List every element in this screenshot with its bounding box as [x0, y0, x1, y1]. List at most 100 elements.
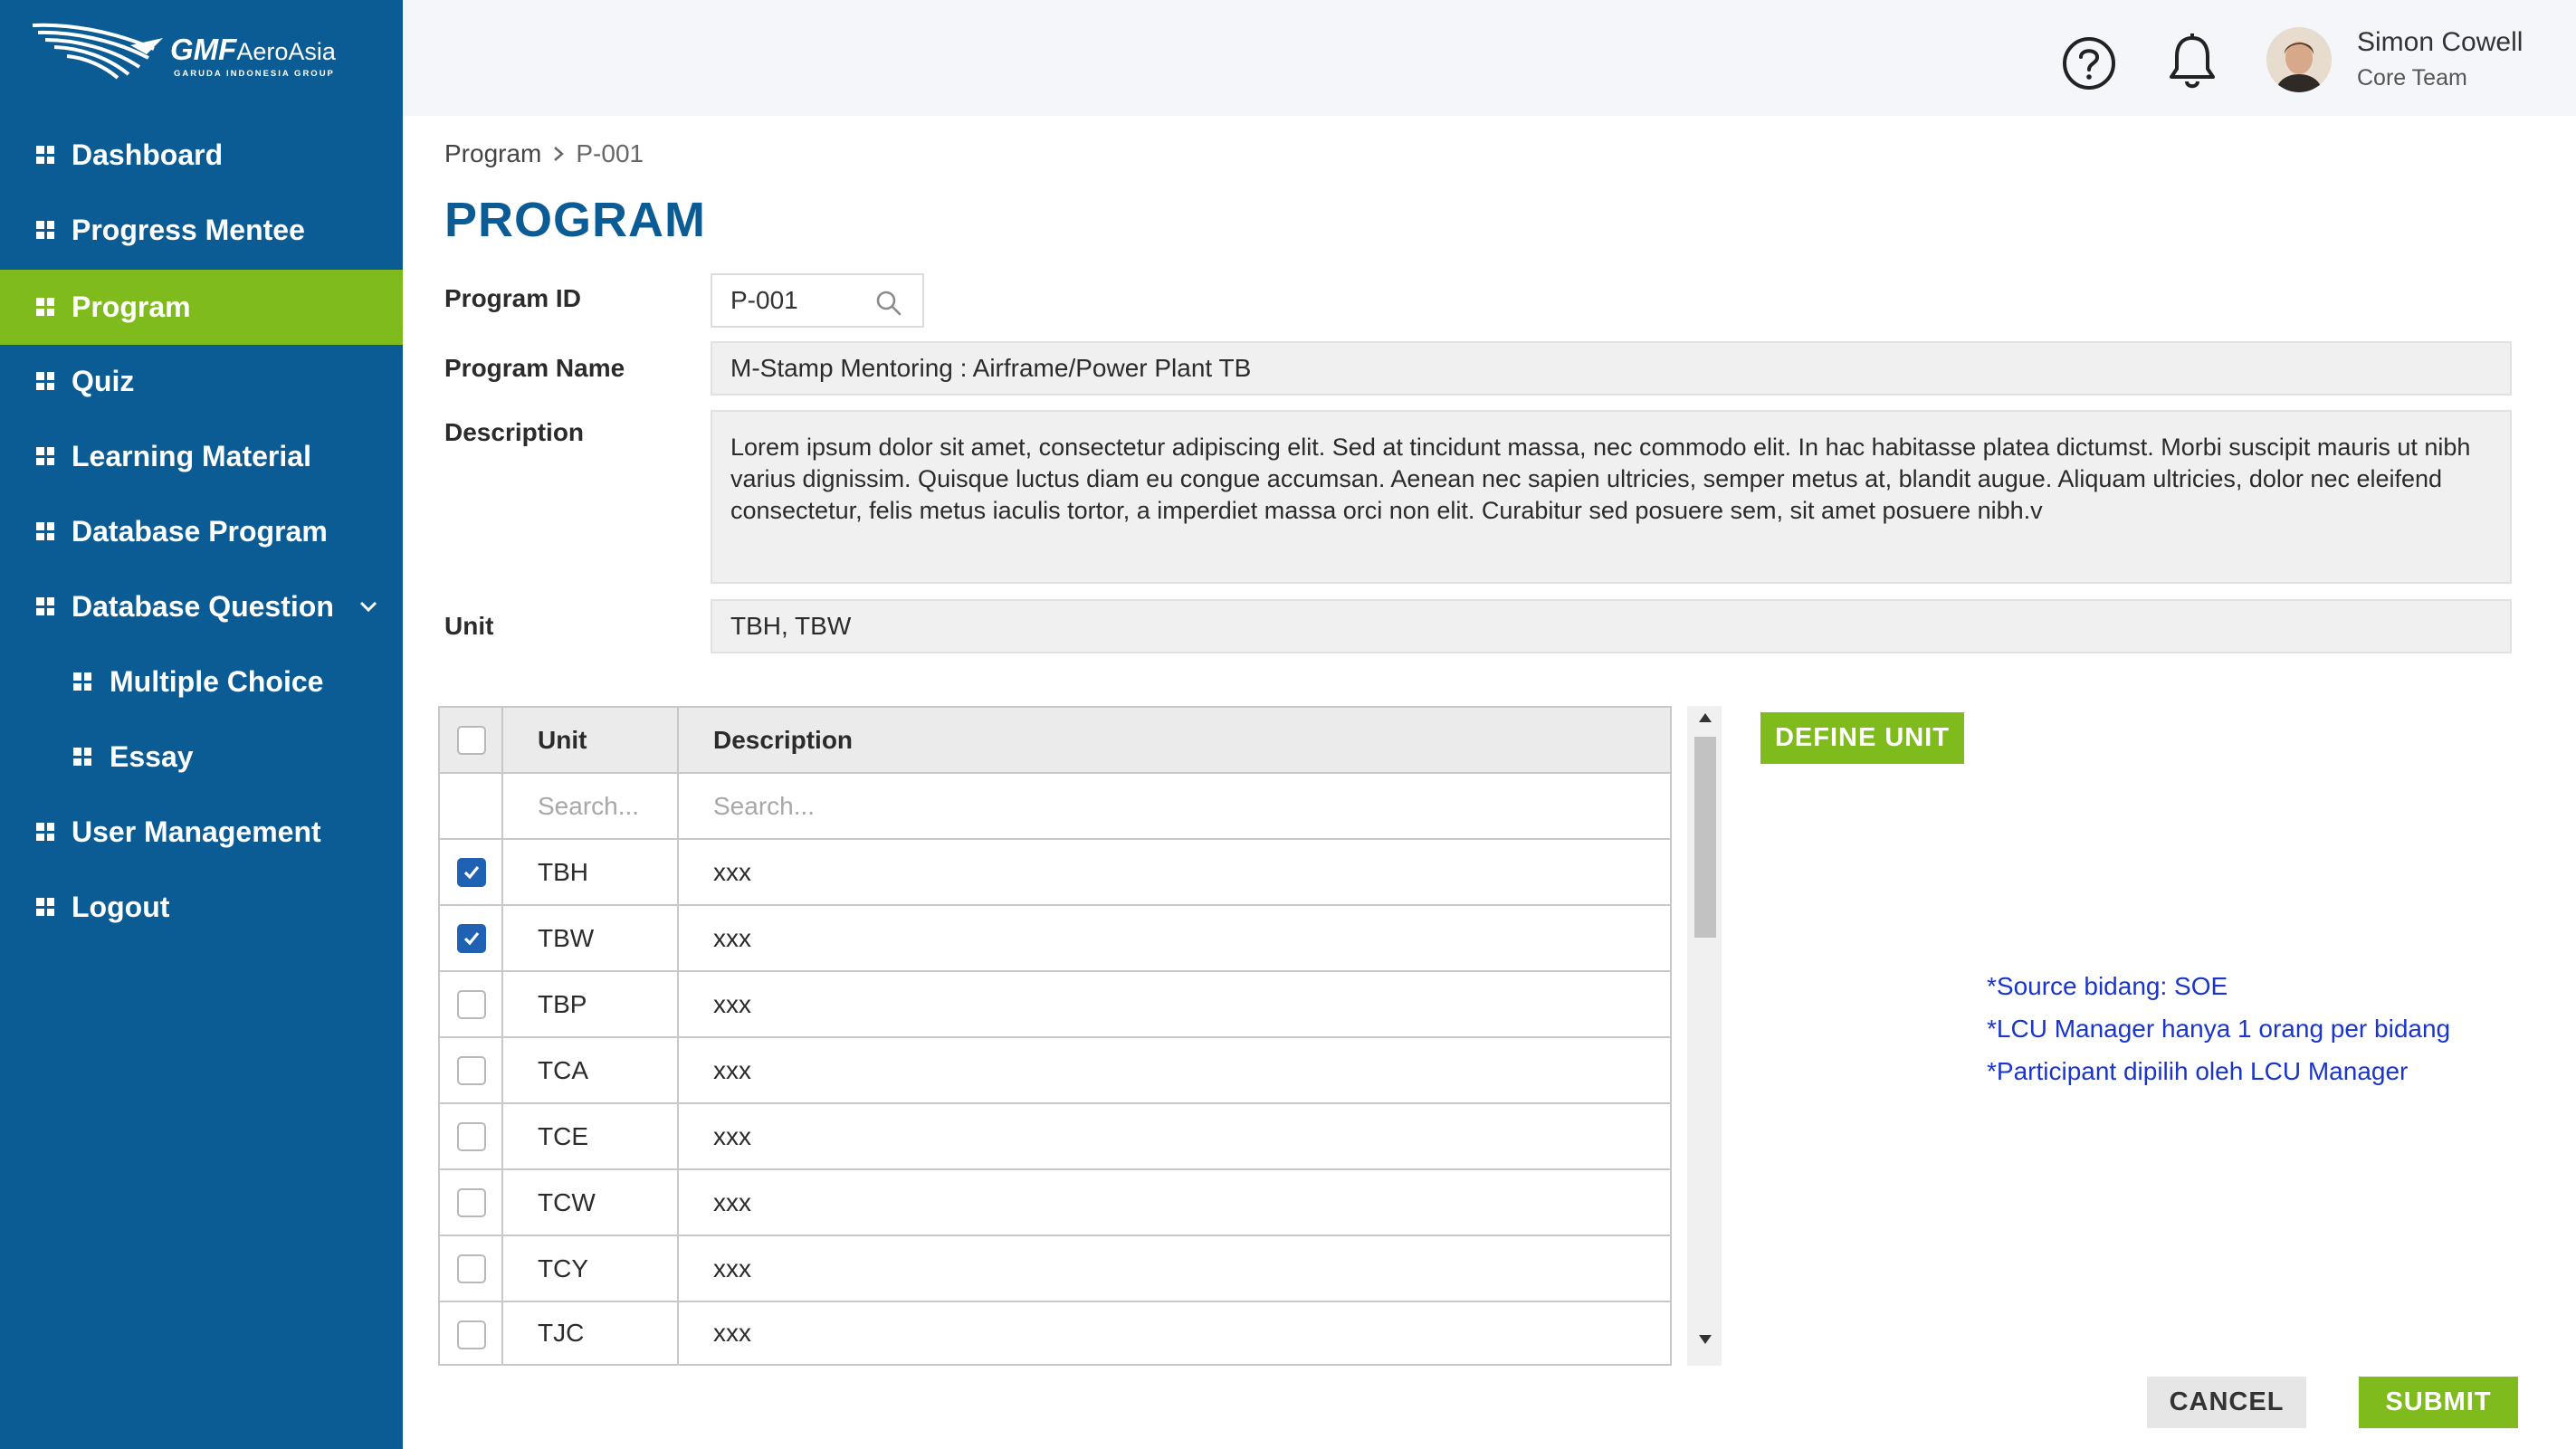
grid-icon	[36, 447, 54, 465]
brand-name: GMFAeroAsia	[170, 33, 336, 67]
sidebar-item-learning-material[interactable]: Learning Material	[0, 419, 403, 494]
page-title: PROGRAM	[444, 193, 706, 247]
brand-name-light: AeroAsia	[236, 38, 336, 65]
sidebar-item-quiz[interactable]: Quiz	[0, 344, 403, 419]
submit-button[interactable]: SUBMIT	[2359, 1377, 2518, 1428]
program-name-field[interactable]: M-Stamp Mentoring : Airframe/Power Plant…	[711, 341, 2512, 396]
note-line: *Participant dipilih oleh LCU Manager	[1987, 1057, 2409, 1085]
scroll-up-arrow-icon[interactable]	[1699, 713, 1712, 722]
row-checkbox[interactable]	[457, 1320, 486, 1349]
description-search-input[interactable]: Search...	[713, 774, 815, 838]
description-cell: xxx	[713, 1187, 751, 1216]
program-id-label: Program ID	[444, 284, 581, 312]
description-cell: xxx	[713, 1319, 751, 1347]
row-checkbox[interactable]	[457, 1056, 486, 1085]
check-icon	[463, 931, 480, 946]
chevron-down-icon[interactable]	[358, 596, 378, 616]
grid-icon	[36, 298, 54, 316]
row-checkbox[interactable]	[457, 1188, 486, 1217]
sidebar-item-multiple-choice[interactable]: Multiple Choice	[0, 644, 403, 720]
row-checkbox[interactable]	[457, 990, 486, 1019]
program-name-label: Program Name	[444, 354, 625, 382]
sidebar-item-label: Multiple Choice	[110, 665, 324, 698]
scrollbar-thumb[interactable]	[1694, 737, 1716, 938]
sidebar-item-label: Logout	[72, 891, 170, 923]
breadcrumb-root[interactable]: Program	[444, 139, 541, 168]
notes: *Source bidang: SOE *LCU Manager hanya 1…	[1987, 965, 2450, 1092]
unit-table: Unit Description Search... Search... TBH…	[438, 706, 1672, 1366]
description-cell: xxx	[713, 857, 751, 886]
user-role: Core Team	[2357, 65, 2467, 91]
unit-field[interactable]: TBH, TBW	[711, 599, 2512, 653]
grid-icon	[36, 522, 54, 540]
gmf-logo: GMFAeroAsia GARUDA INDONESIA GROUP	[31, 18, 357, 91]
unit-cell: TJC	[538, 1319, 585, 1347]
table-row[interactable]: TCA xxx	[440, 1038, 1670, 1104]
table-filter-row: Search... Search...	[440, 774, 1670, 840]
sidebar-item-label: Quiz	[72, 365, 135, 397]
search-icon[interactable]	[875, 290, 902, 317]
table-row[interactable]: TBH xxx	[440, 840, 1670, 906]
unit-cell: TCA	[538, 1055, 588, 1084]
program-name-value: M-Stamp Mentoring : Airframe/Power Plant…	[730, 354, 1252, 382]
sidebar-item-label: User Management	[72, 815, 321, 848]
row-checkbox[interactable]	[457, 1254, 486, 1283]
grid-icon	[73, 672, 91, 691]
sidebar-item-dashboard[interactable]: Dashboard	[0, 118, 403, 193]
grid-icon	[36, 372, 54, 390]
sidebar-item-label: Progress Mentee	[72, 214, 305, 246]
user-name[interactable]: Simon Cowell	[2357, 27, 2523, 58]
table-row[interactable]: TBW xxx	[440, 906, 1670, 972]
unit-search-input[interactable]: Search...	[538, 774, 639, 838]
bell-icon[interactable]	[2167, 33, 2218, 91]
sidebar-item-progress-mentee[interactable]: Progress Mentee	[0, 193, 403, 268]
brand-name-bold: GMF	[170, 33, 237, 66]
row-checkbox[interactable]	[457, 858, 486, 887]
description-field[interactable]: Lorem ipsum dolor sit amet, consectetur …	[711, 410, 2512, 584]
description-value: Lorem ipsum dolor sit amet, consectetur …	[730, 434, 2471, 524]
scroll-down-arrow-icon[interactable]	[1699, 1335, 1712, 1344]
top-bar	[403, 0, 2576, 116]
cancel-button[interactable]: CANCEL	[2147, 1377, 2306, 1428]
table-row[interactable]: TBP xxx	[440, 972, 1670, 1038]
description-cell: xxx	[713, 1055, 751, 1084]
sidebar-item-logout[interactable]: Logout	[0, 870, 403, 945]
sidebar-item-user-management[interactable]: User Management	[0, 795, 403, 870]
grid-icon	[73, 748, 91, 766]
unit-cell: TCE	[538, 1121, 588, 1150]
description-cell: xxx	[713, 1254, 751, 1282]
sidebar-item-program[interactable]: Program	[0, 270, 403, 345]
grid-icon	[36, 597, 54, 615]
select-all-checkbox[interactable]	[457, 726, 486, 755]
sidebar-item-database-question[interactable]: Database Question	[0, 569, 403, 644]
table-row[interactable]: TCW xxx	[440, 1170, 1670, 1236]
help-icon[interactable]	[2062, 36, 2116, 91]
avatar[interactable]	[2266, 27, 2332, 92]
sidebar-item-database-program[interactable]: Database Program	[0, 494, 403, 569]
sidebar-item-label: Essay	[110, 740, 194, 773]
description-cell: xxx	[713, 989, 751, 1018]
sidebar-item-label: Database Program	[72, 515, 328, 548]
unit-cell: TBH	[538, 857, 588, 886]
table-scrollbar[interactable]	[1687, 706, 1722, 1366]
row-checkbox[interactable]	[457, 924, 486, 953]
define-unit-button[interactable]: DEFINE UNIT	[1760, 712, 1964, 764]
program-id-field[interactable]: P-001	[711, 273, 924, 328]
sidebar-item-essay[interactable]: Essay	[0, 720, 403, 795]
grid-icon	[36, 898, 54, 916]
column-header-description[interactable]: Description	[713, 708, 853, 772]
note-line: *LCU Manager hanya 1 orang per bidang	[1987, 1015, 2451, 1043]
chevron-right-icon	[554, 147, 565, 161]
row-checkbox[interactable]	[457, 1122, 486, 1151]
description-cell: xxx	[713, 1121, 751, 1150]
program-id-value: P-001	[730, 286, 798, 314]
table-row[interactable]: TCY xxx	[440, 1236, 1670, 1302]
table-row[interactable]: TCE xxx	[440, 1104, 1670, 1170]
table-row[interactable]: TJC xxx	[440, 1302, 1670, 1364]
sidebar-item-label: Dashboard	[72, 138, 224, 171]
unit-cell: TBW	[538, 923, 595, 952]
unit-cell: TBP	[538, 989, 587, 1018]
sidebar-item-label: Learning Material	[72, 440, 311, 472]
table-header-row: Unit Description	[440, 708, 1670, 774]
column-header-unit[interactable]: Unit	[538, 708, 587, 772]
